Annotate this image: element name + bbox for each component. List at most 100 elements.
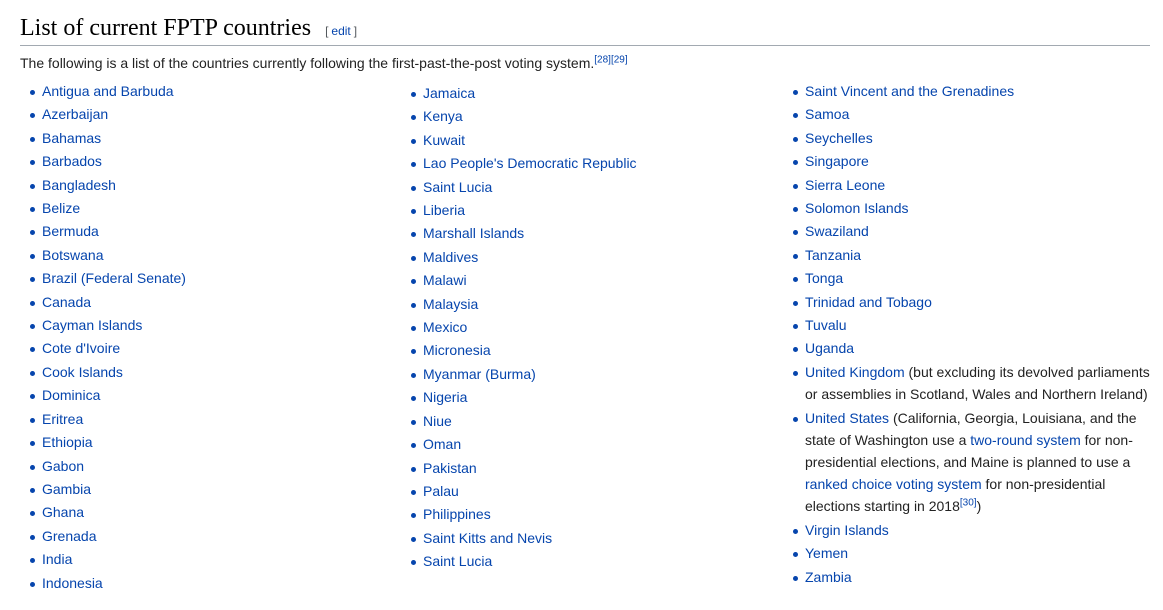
united-states-note-close: ) bbox=[976, 497, 982, 514]
country-link-kuwait[interactable]: Kuwait bbox=[423, 132, 465, 148]
country-link-palau[interactable]: Palau bbox=[423, 483, 459, 499]
country-link-botswana[interactable]: Botswana bbox=[42, 247, 103, 263]
two-round-system-link[interactable]: two-round system bbox=[970, 432, 1080, 448]
country-link-united-states[interactable]: United States bbox=[805, 410, 889, 426]
country-link-grenada[interactable]: Grenada bbox=[42, 528, 96, 544]
list-item: Sierra Leone bbox=[783, 174, 1151, 197]
reference-29[interactable]: [29] bbox=[611, 54, 628, 65]
intro-paragraph: The following is a list of the countries… bbox=[20, 54, 1150, 72]
country-link-saint-lucia[interactable]: Saint Lucia bbox=[423, 179, 492, 195]
list-item: Trinidad and Tobago bbox=[783, 291, 1151, 314]
country-link-saint-kitts-and-nevis[interactable]: Saint Kitts and Nevis bbox=[423, 530, 552, 546]
country-link-lao-people-s-democratic-republic[interactable]: Lao People's Democratic Republic bbox=[423, 155, 637, 171]
country-link-seychelles[interactable]: Seychelles bbox=[805, 130, 873, 146]
country-link-jamaica[interactable]: Jamaica bbox=[423, 85, 475, 101]
list-item: Saint Lucia bbox=[401, 176, 771, 199]
country-link-oman[interactable]: Oman bbox=[423, 436, 461, 452]
country-link-maldives[interactable]: Maldives bbox=[423, 249, 478, 265]
list-item: Gambia bbox=[20, 478, 390, 501]
list-item: Saint Lucia bbox=[401, 550, 771, 573]
reference-30[interactable]: [30] bbox=[960, 497, 977, 508]
country-link-cayman-islands[interactable]: Cayman Islands bbox=[42, 317, 142, 333]
list-item: Tuvalu bbox=[783, 314, 1151, 337]
list-item: Maldives bbox=[401, 246, 771, 269]
country-link-zambia[interactable]: Zambia bbox=[805, 569, 852, 585]
country-link-solomon-islands[interactable]: Solomon Islands bbox=[805, 200, 909, 216]
country-link-myanmar-burma[interactable]: Myanmar (Burma) bbox=[423, 366, 536, 382]
country-list-column-2: Jamaica Kenya Kuwait Lao People's Democrati… bbox=[401, 82, 771, 574]
country-link-marshall-islands[interactable]: Marshall Islands bbox=[423, 225, 524, 241]
list-item: Kuwait bbox=[401, 129, 771, 152]
list-item: Jamaica bbox=[401, 82, 771, 105]
intro-text: The following is a list of the countries… bbox=[20, 55, 595, 71]
list-item: Bangladesh bbox=[20, 174, 390, 197]
list-item: Cayman Islands bbox=[20, 314, 390, 337]
list-item: Zambia bbox=[783, 566, 1151, 589]
country-link-yemen[interactable]: Yemen bbox=[805, 545, 848, 561]
reference-28[interactable]: [28] bbox=[594, 54, 611, 65]
country-link-kenya[interactable]: Kenya bbox=[423, 108, 463, 124]
country-link-virgin-islands[interactable]: Virgin Islands bbox=[805, 522, 889, 538]
country-link-bahamas[interactable]: Bahamas bbox=[42, 130, 101, 146]
country-link-malaysia[interactable]: Malaysia bbox=[423, 296, 478, 312]
country-link-nigeria[interactable]: Nigeria bbox=[423, 389, 467, 405]
country-link-malawi[interactable]: Malawi bbox=[423, 272, 467, 288]
country-link-azerbaijan[interactable]: Azerbaijan bbox=[42, 106, 108, 122]
list-item: Barbados bbox=[20, 150, 390, 173]
list-item: Malawi bbox=[401, 269, 771, 292]
country-link-saint-vincent-and-the-grenadines[interactable]: Saint Vincent and the Grenadines bbox=[805, 83, 1014, 99]
country-link-tuvalu[interactable]: Tuvalu bbox=[805, 317, 847, 333]
list-item: Bahamas bbox=[20, 127, 390, 150]
country-link-philippines[interactable]: Philippines bbox=[423, 506, 491, 522]
list-item: Palau bbox=[401, 480, 771, 503]
country-link-niue[interactable]: Niue bbox=[423, 413, 452, 429]
list-item: Malaysia bbox=[401, 293, 771, 316]
edit-section: [edit] bbox=[325, 24, 357, 38]
section-title: List of current FPTP countries bbox=[20, 15, 312, 41]
list-item: United States (California, Georgia, Loui… bbox=[783, 407, 1151, 517]
country-link-belize[interactable]: Belize bbox=[42, 200, 80, 216]
edit-link[interactable]: edit bbox=[331, 24, 350, 38]
list-item: Liberia bbox=[401, 199, 771, 222]
ranked-choice-voting-link[interactable]: ranked choice voting system bbox=[805, 476, 982, 492]
country-link-indonesia[interactable]: Indonesia bbox=[42, 575, 103, 591]
list-item: Nigeria bbox=[401, 386, 771, 409]
country-link-ghana[interactable]: Ghana bbox=[42, 504, 84, 520]
country-link-united-kingdom[interactable]: United Kingdom bbox=[805, 364, 905, 380]
country-link-eritrea[interactable]: Eritrea bbox=[42, 411, 83, 427]
country-link-gambia[interactable]: Gambia bbox=[42, 481, 91, 497]
list-item: Seychelles bbox=[783, 127, 1151, 150]
country-link-liberia[interactable]: Liberia bbox=[423, 202, 465, 218]
country-link-tonga[interactable]: Tonga bbox=[805, 270, 843, 286]
country-link-uganda[interactable]: Uganda bbox=[805, 340, 854, 356]
list-item: Micronesia bbox=[401, 339, 771, 362]
country-link-canada[interactable]: Canada bbox=[42, 294, 91, 310]
country-link-singapore[interactable]: Singapore bbox=[805, 153, 869, 169]
country-link-tanzania[interactable]: Tanzania bbox=[805, 247, 861, 263]
country-link-trinidad-and-tobago[interactable]: Trinidad and Tobago bbox=[805, 294, 932, 310]
country-link-mexico[interactable]: Mexico bbox=[423, 319, 467, 335]
list-item: Dominica bbox=[20, 384, 390, 407]
country-link-brazil-federal-senate[interactable]: Brazil (Federal Senate) bbox=[42, 270, 186, 286]
country-link-cote-d-ivoire[interactable]: Cote d'Ivoire bbox=[42, 340, 120, 356]
country-link-antigua-and-barbuda[interactable]: Antigua and Barbuda bbox=[42, 83, 174, 99]
country-link-saint-lucia[interactable]: Saint Lucia bbox=[423, 553, 492, 569]
country-link-ethiopia[interactable]: Ethiopia bbox=[42, 434, 93, 450]
list-item: Oman bbox=[401, 433, 771, 456]
country-link-dominica[interactable]: Dominica bbox=[42, 387, 100, 403]
country-link-samoa[interactable]: Samoa bbox=[805, 106, 849, 122]
country-link-pakistan[interactable]: Pakistan bbox=[423, 460, 477, 476]
country-link-india[interactable]: India bbox=[42, 551, 72, 567]
country-link-cook-islands[interactable]: Cook Islands bbox=[42, 364, 123, 380]
country-link-bermuda[interactable]: Bermuda bbox=[42, 223, 99, 239]
section-heading: List of current FPTP countries [edit] bbox=[20, 14, 1150, 46]
country-link-micronesia[interactable]: Micronesia bbox=[423, 342, 491, 358]
list-item: Canada bbox=[20, 291, 390, 314]
country-link-gabon[interactable]: Gabon bbox=[42, 458, 84, 474]
list-item: Azerbaijan bbox=[20, 103, 390, 126]
country-link-swaziland[interactable]: Swaziland bbox=[805, 223, 869, 239]
country-link-bangladesh[interactable]: Bangladesh bbox=[42, 177, 116, 193]
list-item: Bermuda bbox=[20, 220, 390, 243]
country-link-sierra-leone[interactable]: Sierra Leone bbox=[805, 177, 885, 193]
country-link-barbados[interactable]: Barbados bbox=[42, 153, 102, 169]
